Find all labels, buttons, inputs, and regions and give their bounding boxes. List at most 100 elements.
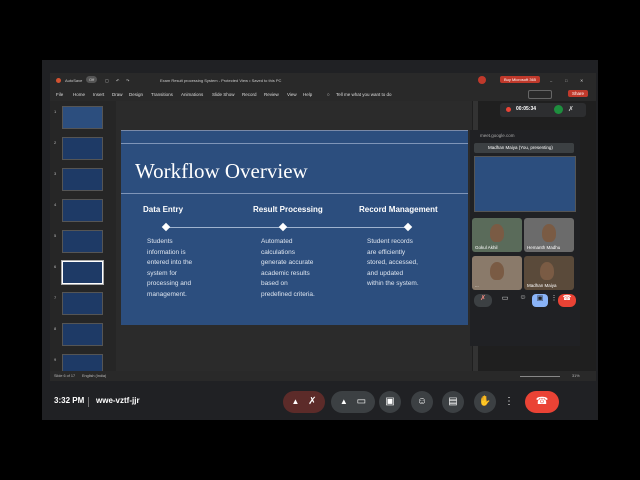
present-button[interactable]: ▣ — [379, 391, 401, 413]
more-icon[interactable]: ⋮ — [550, 294, 558, 307]
menu-home[interactable]: Home — [73, 92, 85, 97]
avatar[interactable] — [478, 76, 486, 84]
recording-icon — [506, 107, 511, 112]
end-call-icon[interactable]: ☎ — [558, 294, 576, 307]
redo-icon[interactable]: ↷ — [126, 78, 129, 83]
thumb-number: 9 — [54, 357, 57, 362]
camera-icon[interactable] — [554, 105, 563, 114]
thumb-number: 2 — [54, 140, 57, 145]
presenter-bar: Madhan Maiya (You, presenting) — [474, 143, 574, 153]
leave-call-button[interactable]: ☎ — [525, 391, 559, 413]
meet-timer-bar: 00:05:34 ✗ — [500, 103, 586, 117]
mic-off-icon[interactable]: ✗ — [474, 294, 492, 307]
mic-off-icon: ✗ — [308, 396, 317, 407]
end-call-icon: ☎ — [535, 396, 549, 407]
meet-control-bar: 3:32 PM wwe-vztf-jjr ▲ ✗ ▲ ▭ ▣ ☺ ▤ ✋ ⋮ ☎ — [42, 384, 598, 420]
captions-icon: ▤ — [448, 396, 458, 407]
buy-m365-button[interactable]: Buy Microsoft 365 — [500, 76, 541, 83]
menu-draw[interactable]: Draw — [112, 92, 123, 97]
zoom-slider[interactable] — [520, 376, 560, 377]
mic-toggle-button[interactable]: ▲ ✗ — [283, 391, 325, 413]
panel-controls: ✗ ▭ ☺ ▣ ⋮ ☎ — [472, 293, 576, 309]
tell-me-search[interactable]: Tell me what you want to do — [336, 92, 392, 97]
menu-review[interactable]: Review — [264, 92, 279, 97]
present-icon[interactable]: ▣ — [532, 294, 548, 307]
menu-view[interactable]: View — [287, 92, 297, 97]
slide-thumb-2[interactable] — [62, 137, 103, 160]
column-heading-data-entry: Data Entry — [143, 205, 184, 214]
column-heading-record-management: Record Management — [359, 205, 438, 214]
slide-thumb-3[interactable] — [62, 168, 103, 191]
minimize-icon[interactable]: – — [550, 78, 552, 83]
menu-design[interactable]: Design — [129, 92, 143, 97]
camera-icon: ▭ — [356, 396, 367, 407]
presenter-name: Madhan Maiya (You, presenting) — [488, 145, 553, 150]
timeline-marker — [278, 222, 288, 232]
camera-record-icon[interactable] — [528, 90, 552, 99]
current-slide[interactable]: Workflow Overview Data Entry Result Proc… — [121, 130, 468, 325]
timeline-marker — [403, 222, 413, 232]
menu-record[interactable]: Record — [242, 92, 257, 97]
thumb-number: 5 — [54, 233, 57, 238]
thumb-number: 1 — [54, 109, 57, 114]
raise-hand-button[interactable]: ✋ — [474, 391, 496, 413]
thumb-number: 3 — [54, 171, 57, 176]
camera-toggle-button[interactable]: ▲ ▭ — [331, 391, 375, 413]
participant-tile[interactable]: Gokul Akhil — [472, 218, 522, 252]
chevron-up-icon: ▲ — [291, 397, 300, 406]
slide-thumb-4[interactable] — [62, 199, 103, 222]
emoji-icon[interactable]: ☺ — [516, 294, 530, 307]
participant-tile[interactable]: Hemanth Madhu — [524, 218, 574, 252]
slide-count: Slide 6 of 17 — [54, 374, 76, 378]
autosave-toggle[interactable]: Off — [86, 76, 98, 83]
participant-name: Madhan Maiya — [527, 283, 557, 288]
participant-video — [490, 224, 504, 242]
slide-thumb-6[interactable] — [61, 260, 104, 285]
column-desc: Students information is entered into the… — [147, 238, 193, 298]
menu-file[interactable]: File — [56, 92, 63, 97]
menu-insert[interactable]: Insert — [93, 92, 104, 97]
meet-side-panel: meet.google.com Madhan Maiya (You, prese… — [470, 130, 580, 346]
divider — [88, 397, 89, 407]
meeting-code: wwe-vztf-jjr — [96, 396, 140, 405]
status-bar: Slide 6 of 17 English (India) 31% — [50, 371, 596, 381]
powerpoint-logo-icon — [56, 78, 61, 83]
undo-icon[interactable]: ↶ — [116, 78, 119, 83]
menu-help[interactable]: Help — [303, 92, 312, 97]
camera-icon[interactable]: ▭ — [498, 294, 512, 307]
window-title: Exam Result processing System - Protecte… — [160, 78, 282, 83]
chevron-up-icon: ▲ — [339, 397, 348, 406]
autosave-label: AutoSave — [65, 78, 83, 83]
thumb-number: 8 — [54, 326, 57, 331]
participant-name: Hemanth Madhu — [527, 245, 561, 250]
menu-slideshow[interactable]: Slide Show — [212, 92, 235, 97]
slide-thumb-5[interactable] — [62, 230, 103, 253]
save-icon[interactable]: ▢ — [105, 78, 109, 83]
presentation-preview[interactable] — [474, 156, 576, 212]
participant-tile[interactable]: Madhan Maiya — [524, 256, 574, 290]
share-button[interactable]: Share — [568, 90, 589, 97]
close-icon[interactable]: ✕ — [580, 78, 583, 83]
emoji-button[interactable]: ☺ — [411, 391, 433, 413]
slide-thumb-8[interactable] — [62, 323, 103, 346]
slide-thumb-1[interactable] — [62, 106, 103, 129]
participant-tile[interactable]: ... — [472, 256, 522, 290]
participant-video — [490, 262, 504, 280]
slide-thumb-7[interactable] — [62, 292, 103, 315]
column-heading-result-processing: Result Processing — [253, 205, 323, 214]
menu-animations[interactable]: Animations — [181, 92, 203, 97]
thumb-number: 4 — [54, 202, 57, 207]
meet-timer: 00:05:34 — [516, 106, 537, 112]
thumb-number: 7 — [54, 295, 57, 300]
slide-title: Workflow Overview — [135, 159, 308, 183]
more-options-button[interactable]: ⋮ — [503, 391, 515, 413]
mic-off-icon[interactable]: ✗ — [568, 105, 574, 113]
column-desc: Student records are efficiently stored, … — [367, 238, 419, 287]
slide-thumbnails: 1 2 3 4 5 6 7 8 9 — [50, 101, 116, 377]
present-icon: ▣ — [385, 396, 395, 407]
maximize-icon[interactable]: □ — [565, 78, 567, 83]
captions-button[interactable]: ▤ — [442, 391, 464, 413]
menu-transitions[interactable]: Transitions — [151, 92, 173, 97]
hand-icon: ✋ — [478, 396, 492, 407]
participant-video — [542, 224, 556, 242]
